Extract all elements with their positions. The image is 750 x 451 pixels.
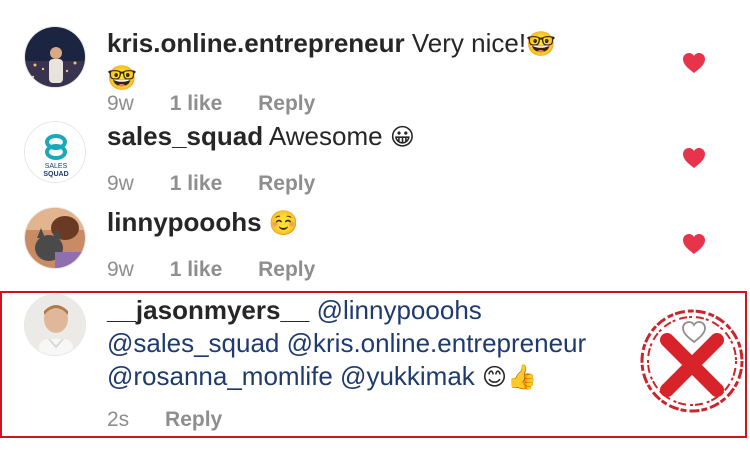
city-night-person-avatar-icon xyxy=(25,27,85,87)
smile-thumbs-up-emoji: 😊👍 xyxy=(482,363,537,391)
avatar[interactable] xyxy=(24,294,86,356)
grinning-face-emoji: 😀 xyxy=(389,123,415,151)
avatar[interactable] xyxy=(24,207,86,269)
comment-meta: 9w 1 like Reply xyxy=(107,92,345,116)
heart-icon[interactable] xyxy=(682,52,706,74)
mention-link[interactable]: @rosanna_momlife @yukkimak xyxy=(107,361,475,391)
comment-body: __jasonmyers__ @linnypooohs @sales_squad… xyxy=(107,294,627,394)
smiling-face-emoji: ☺️ xyxy=(268,209,299,237)
avatar-logo-text: SALES xyxy=(45,163,68,170)
comment-body: kris.online.entrepreneur Very nice!🤓 🤓 xyxy=(107,27,627,95)
man-portrait-avatar-icon xyxy=(25,295,85,355)
comment-meta: 9w 1 like Reply xyxy=(107,172,345,196)
like-count[interactable]: 1 like xyxy=(170,258,223,281)
comment-body: sales_squad Awesome 😀 xyxy=(107,120,627,154)
comment-meta: 9w 1 like Reply xyxy=(107,258,345,282)
comment-username[interactable]: sales_squad xyxy=(107,121,263,151)
reply-button[interactable]: Reply xyxy=(165,408,222,431)
comment-username[interactable]: linnypooohs xyxy=(107,207,262,237)
avatar[interactable] xyxy=(24,26,86,88)
heart-icon[interactable] xyxy=(682,147,706,169)
comment-text: Very nice! xyxy=(411,28,527,58)
comment-username[interactable]: __jasonmyers__ xyxy=(107,295,309,325)
nerd-face-emoji: 🤓 xyxy=(526,30,556,58)
like-count[interactable]: 1 like xyxy=(170,172,223,195)
reply-button[interactable]: Reply xyxy=(258,172,315,195)
comment-username[interactable]: kris.online.entrepreneur xyxy=(107,28,405,58)
reply-button[interactable]: Reply xyxy=(258,92,315,115)
comment-time: 9w xyxy=(107,258,134,281)
comment-time: 9w xyxy=(107,92,134,115)
comment-meta: 2s Reply xyxy=(107,408,252,432)
comment-time: 2s xyxy=(107,408,130,431)
avatar-logo-text: SQUAD xyxy=(43,171,68,178)
heart-outline-icon[interactable] xyxy=(682,321,706,343)
heart-icon[interactable] xyxy=(682,233,706,255)
mention-link[interactable]: @sales_squad @kris.online.entrepreneur xyxy=(107,328,586,358)
person-with-cat-avatar-icon xyxy=(25,208,85,268)
nerd-face-emoji: 🤓 xyxy=(107,64,137,92)
like-count[interactable]: 1 like xyxy=(170,92,223,115)
mention-link[interactable]: @linnypooohs xyxy=(317,295,482,325)
comment-body: linnypooohs ☺️ xyxy=(107,206,627,240)
sales-squad-logo-avatar-icon: SALES SQUAD xyxy=(25,122,85,182)
reply-button[interactable]: Reply xyxy=(258,258,315,281)
comment-time: 9w xyxy=(107,172,134,195)
comment-text: Awesome xyxy=(268,121,383,151)
avatar[interactable]: SALES SQUAD xyxy=(24,121,86,183)
